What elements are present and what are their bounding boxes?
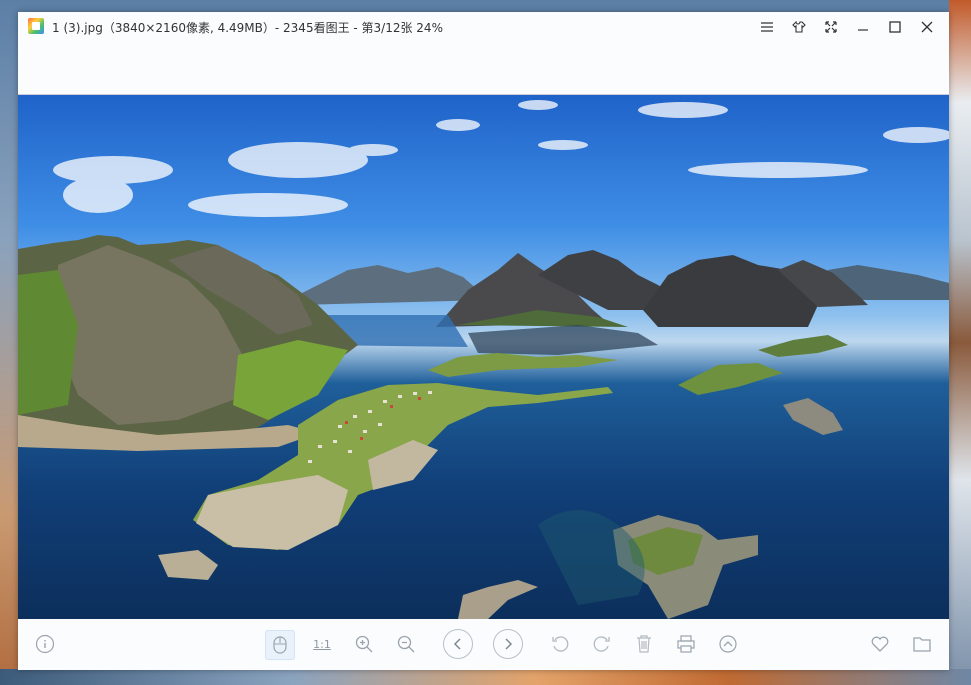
landscape-photo: [18, 100, 949, 619]
info-icon[interactable]: [31, 630, 59, 658]
fullscreen-icon[interactable]: [815, 14, 847, 40]
rotate-left-icon[interactable]: [546, 630, 574, 658]
menu-icon[interactable]: [751, 14, 783, 40]
more-icon[interactable]: [714, 630, 742, 658]
zoom-in-icon[interactable]: [350, 630, 378, 658]
delete-icon[interactable]: [630, 630, 658, 658]
skin-icon[interactable]: [783, 14, 815, 40]
desktop-background: [949, 0, 971, 685]
image-viewer-window: 1 (3).jpg（3840×2160像素, 4.49MB）- 2345看图王 …: [18, 12, 949, 670]
desktop-taskbar-area: [0, 669, 971, 685]
rotate-right-icon[interactable]: [588, 630, 616, 658]
close-icon[interactable]: [911, 14, 943, 40]
zoom-out-icon[interactable]: [392, 630, 420, 658]
favorite-icon[interactable]: [866, 630, 894, 658]
window-title: 1 (3).jpg（3840×2160像素, 4.49MB）- 2345看图王 …: [52, 21, 443, 35]
next-icon[interactable]: [493, 629, 523, 659]
folder-icon[interactable]: [908, 630, 936, 658]
image-canvas[interactable]: [18, 94, 949, 619]
minimize-icon[interactable]: [847, 14, 879, 40]
actual-size-label: 1:1: [313, 637, 331, 651]
previous-icon[interactable]: [443, 629, 473, 659]
app-logo-icon: [28, 18, 44, 34]
actual-size-button[interactable]: 1:1: [308, 630, 336, 658]
maximize-icon[interactable]: [879, 14, 911, 40]
mouse-mode-icon[interactable]: [265, 630, 295, 660]
window-controls: [751, 14, 943, 40]
print-icon[interactable]: [672, 630, 700, 658]
bottom-toolbar: 1:1: [18, 618, 949, 670]
title-bar[interactable]: 1 (3).jpg（3840×2160像素, 4.49MB）- 2345看图王 …: [18, 12, 949, 42]
